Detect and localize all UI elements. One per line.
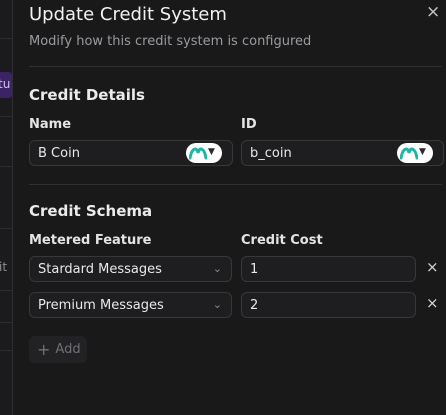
teal-arc-icon	[189, 147, 207, 160]
section-divider	[29, 66, 442, 67]
remove-row-icon[interactable]: ×	[426, 258, 439, 276]
background-divider	[0, 290, 12, 291]
background-divider	[0, 350, 12, 351]
chevron-down-icon: ▼	[419, 147, 426, 157]
metered-feature-select[interactable]: Premium Messages ⌄	[29, 292, 232, 318]
feature-value: Premium Messages	[38, 298, 164, 313]
name-icon-picker[interactable]: ▼	[186, 143, 222, 163]
name-label: Name	[29, 117, 72, 132]
credit-cost-label: Credit Cost	[241, 233, 323, 248]
plus-icon: +	[37, 340, 51, 359]
chevron-down-icon: ⌄	[212, 262, 222, 275]
id-value: b_coin	[250, 146, 292, 161]
credit-details-heading: Credit Details	[29, 86, 145, 104]
background-divider	[0, 228, 12, 229]
background-active-item: tu	[0, 72, 12, 98]
teal-arc-icon	[400, 147, 418, 160]
update-credit-system-dialog: Update Credit System Modify how this cre…	[12, 0, 446, 415]
credit-cost-input[interactable]: 2	[241, 292, 416, 318]
add-feature-button[interactable]: + Add	[29, 336, 87, 363]
cost-value: 1	[250, 262, 259, 277]
cost-value: 2	[250, 298, 259, 313]
id-icon-picker[interactable]: ▼	[397, 143, 433, 163]
chevron-down-icon: ⌄	[212, 298, 222, 311]
name-value: B Coin	[38, 146, 80, 161]
background-divider	[0, 116, 12, 117]
metered-feature-select[interactable]: Stardard Messages ⌄	[29, 256, 232, 282]
metered-feature-label: Metered Feature	[29, 233, 152, 248]
dialog-subtitle: Modify how this credit system is configu…	[29, 34, 312, 49]
background-divider	[0, 38, 12, 39]
background-divider	[0, 166, 12, 167]
close-icon[interactable]: ×	[426, 2, 440, 22]
add-button-label: Add	[55, 342, 81, 357]
background-item-label: tu	[0, 77, 11, 91]
id-label: ID	[241, 117, 257, 132]
credit-schema-heading: Credit Schema	[29, 202, 153, 220]
feature-value: Stardard Messages	[38, 262, 162, 277]
credit-cost-input[interactable]: 1	[241, 256, 416, 282]
section-divider	[29, 184, 442, 185]
name-field[interactable]: B Coin ▼	[29, 140, 233, 166]
dialog-title: Update Credit System	[29, 4, 227, 25]
background-text-fragment: it	[0, 260, 8, 274]
id-field[interactable]: b_coin ▼	[241, 140, 444, 166]
chevron-down-icon: ▼	[208, 147, 215, 157]
background-divider	[0, 322, 12, 323]
remove-row-icon[interactable]: ×	[426, 294, 439, 312]
